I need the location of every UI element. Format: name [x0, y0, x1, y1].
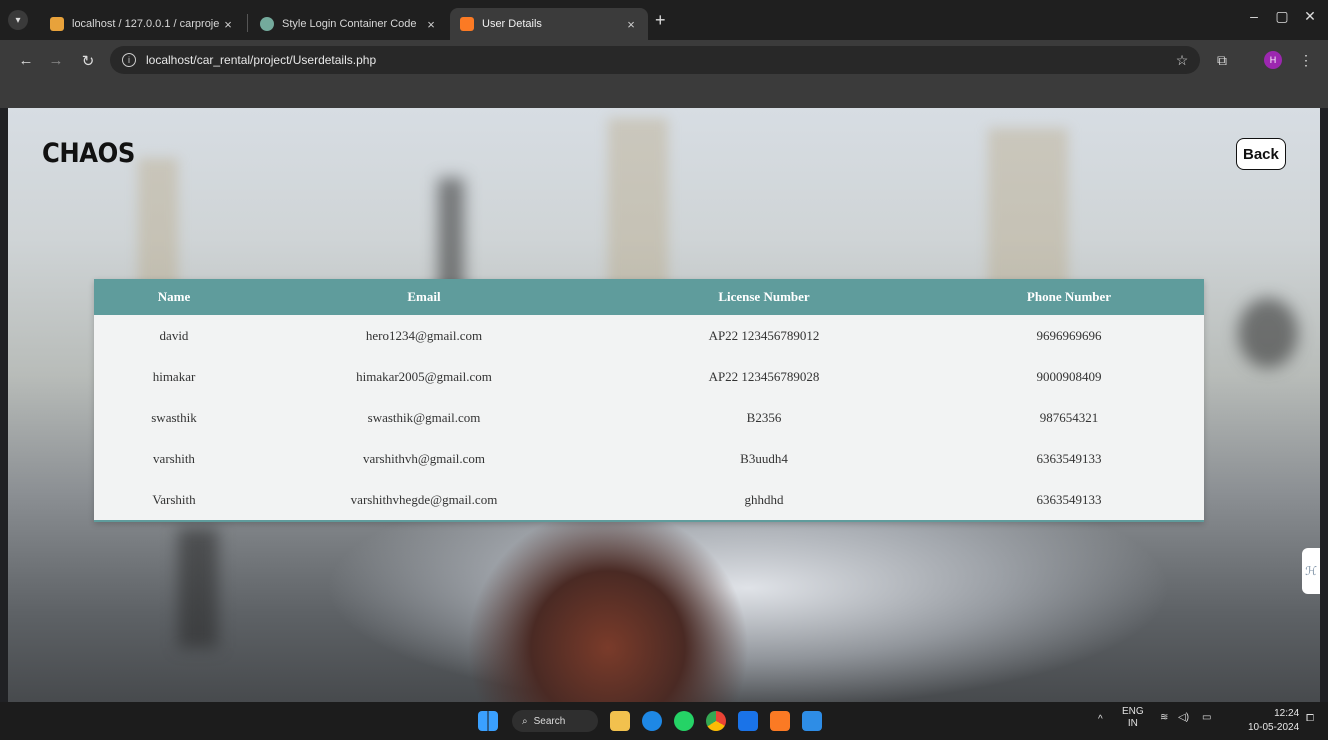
new-tab-button[interactable]: +: [655, 10, 666, 31]
profile-avatar[interactable]: H: [1264, 51, 1282, 69]
table-row: varshith varshithvh@gmail.com B3uudh4 63…: [94, 438, 1204, 479]
extensions-icon[interactable]: ⧉: [1212, 52, 1232, 69]
region-code: IN: [1127, 718, 1138, 729]
column-header-license: License Number: [594, 279, 934, 315]
back-arrow-icon[interactable]: ←: [16, 52, 36, 69]
cell-license: B2356: [594, 397, 934, 438]
tab-label: User Details: [482, 18, 542, 30]
table-row: himakar himakar2005@gmail.com AP22 12345…: [94, 356, 1204, 397]
chatgpt-icon: [260, 17, 274, 31]
tab-label: Style Login Container Code: [282, 18, 417, 30]
cell-email: swasthik@gmail.com: [254, 397, 594, 438]
clock-time: 12:24: [1274, 708, 1300, 719]
table-row: swasthik swasthik@gmail.com B2356 987654…: [94, 397, 1204, 438]
browser-toolbar: ← → ↻ i localhost/car_rental/project/Use…: [0, 40, 1328, 108]
cell-license: AP22 123456789012: [594, 315, 934, 356]
bookmark-star-icon[interactable]: ☆: [1172, 52, 1192, 69]
close-window-icon[interactable]: ✕: [1300, 8, 1320, 25]
notification-icon[interactable]: ⧠: [1306, 713, 1314, 724]
table-header-row: Name Email License Number Phone Number: [94, 279, 1204, 315]
cell-email: hero1234@gmail.com: [254, 315, 594, 356]
tab-label: localhost / 127.0.0.1 / carproje: [72, 18, 220, 30]
volume-icon[interactable]: ◁): [1178, 712, 1189, 723]
tab-user-details[interactable]: User Details ×: [450, 8, 648, 40]
clock-date: 10-05-2024: [1248, 722, 1300, 733]
column-header-name: Name: [94, 279, 254, 315]
cell-email: varshithvh@gmail.com: [254, 438, 594, 479]
cell-license: AP22 123456789028: [594, 356, 934, 397]
edge-icon[interactable]: [642, 711, 662, 731]
cell-name: himakar: [94, 356, 254, 397]
phpmyadmin-icon: [50, 17, 64, 31]
cell-email: himakar2005@gmail.com: [254, 356, 594, 397]
url-text[interactable]: localhost/car_rental/project/Userdetails…: [146, 53, 376, 67]
reload-icon[interactable]: ↻: [78, 52, 98, 70]
site-info-icon[interactable]: i: [122, 53, 136, 67]
language-indicator[interactable]: ENG IN: [1122, 706, 1144, 730]
file-explorer-icon[interactable]: [610, 711, 630, 731]
windows-taskbar: ⌕ Search ^ ENG IN ≋ ◁) ▭ 12:24 10-05-202…: [0, 702, 1328, 740]
search-label: Search: [533, 715, 566, 727]
user-details-table: Name Email License Number Phone Number d…: [94, 279, 1204, 522]
minimize-icon[interactable]: –: [1244, 8, 1264, 24]
site-logo[interactable]: CHAOS: [42, 138, 135, 169]
tab-divider: [247, 14, 248, 32]
chrome-icon[interactable]: [706, 711, 726, 731]
cell-email: varshithvhegde@gmail.com: [254, 479, 594, 522]
restore-icon[interactable]: ▢: [1272, 8, 1292, 25]
background-image: [178, 528, 218, 648]
table-row: david hero1234@gmail.com AP22 1234567890…: [94, 315, 1204, 356]
wifi-icon[interactable]: ≋: [1160, 712, 1168, 723]
cell-name: varshith: [94, 438, 254, 479]
cell-phone: 987654321: [934, 397, 1204, 438]
cell-phone: 9696969696: [934, 315, 1204, 356]
close-icon[interactable]: ×: [221, 17, 235, 32]
close-icon[interactable]: ×: [424, 17, 438, 32]
cell-name: Varshith: [94, 479, 254, 522]
back-button[interactable]: Back: [1236, 138, 1286, 170]
cell-license: B3uudh4: [594, 438, 934, 479]
taskbar-search[interactable]: ⌕ Search: [512, 710, 598, 732]
language-code: ENG: [1122, 706, 1144, 717]
whatsapp-icon[interactable]: [674, 711, 694, 731]
page-viewport: CHAOS Back Name Email License Number Pho…: [8, 108, 1320, 702]
search-icon: ⌕: [522, 715, 528, 727]
side-panel-handle-icon[interactable]: ℋ: [1302, 548, 1320, 594]
cell-phone: 6363549133: [934, 479, 1204, 522]
system-clock[interactable]: 12:24 10-05-2024: [1248, 707, 1299, 735]
browser-tab-bar: ▾ localhost / 127.0.0.1 / carproje × Sty…: [0, 0, 1328, 40]
cell-license: ghhdhd: [594, 479, 934, 522]
tab-style-login[interactable]: Style Login Container Code ×: [250, 8, 448, 40]
windows-start-icon[interactable]: [478, 711, 498, 731]
tab-phpmyadmin[interactable]: localhost / 127.0.0.1 / carproje ×: [40, 8, 245, 40]
vscode-icon[interactable]: [802, 711, 822, 731]
column-header-phone: Phone Number: [934, 279, 1204, 315]
cell-name: swasthik: [94, 397, 254, 438]
menu-kebab-icon[interactable]: ⋮: [1296, 52, 1316, 69]
forward-arrow-icon[interactable]: →: [46, 52, 66, 69]
mail-icon[interactable]: [738, 711, 758, 731]
cell-name: david: [94, 315, 254, 356]
table-row: Varshith varshithvhegde@gmail.com ghhdhd…: [94, 479, 1204, 522]
chevron-up-icon[interactable]: ^: [1098, 714, 1103, 725]
battery-icon[interactable]: ▭: [1202, 712, 1211, 723]
column-header-email: Email: [254, 279, 594, 315]
tab-search-icon[interactable]: ▾: [8, 10, 28, 30]
xampp-icon: [460, 17, 474, 31]
close-icon[interactable]: ×: [624, 17, 638, 32]
cell-phone: 6363549133: [934, 438, 1204, 479]
address-bar[interactable]: i localhost/car_rental/project/Userdetai…: [110, 46, 1200, 74]
background-image: [1238, 298, 1298, 368]
cell-phone: 9000908409: [934, 356, 1204, 397]
xampp-icon[interactable]: [770, 711, 790, 731]
